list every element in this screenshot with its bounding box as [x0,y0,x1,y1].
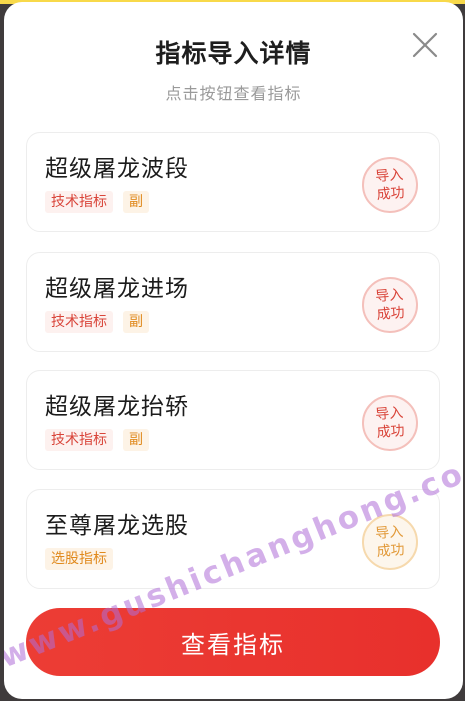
stamp-line-1: 导入 [374,524,404,542]
tag-technical: 技术指标 [45,311,113,333]
stamp-line-1: 导入 [374,405,404,423]
indicator-card: 超级屠龙波段 技术指标 副 导入 成功 [26,132,440,232]
import-success-stamp: 导入 成功 [360,393,420,453]
indicator-name: 超级屠龙抬轿 [45,394,189,420]
screen-frame: 指标导入详情 点击按钮查看指标 超级屠龙波段 技术指标 副 导入 成功 超级屠龙… [0,0,465,701]
indicator-card: 超级屠龙进场 技术指标 副 导入 成功 [26,252,440,352]
modal-title: 指标导入详情 [155,39,312,68]
indicator-tags: 技术指标 副 [45,311,149,333]
tag-technical: 技术指标 [45,429,113,451]
import-success-stamp: 导入 成功 [360,155,420,215]
modal-subtitle: 点击按钮查看指标 [165,84,302,103]
import-success-stamp: 导入 成功 [360,512,420,572]
indicator-tags: 选股指标 [45,548,113,570]
tag-sub-chart: 副 [123,311,149,333]
indicator-card: 至尊屠龙选股 选股指标 导入 成功 [26,489,440,589]
stamp-line-1: 导入 [374,167,404,185]
indicator-name: 超级屠龙进场 [45,276,189,302]
indicator-card: 超级屠龙抬轿 技术指标 副 导入 成功 [26,370,440,470]
tag-technical: 技术指标 [45,191,113,213]
tag-stock-selection: 选股指标 [45,548,113,570]
stamp-line-2: 成功 [376,423,406,441]
indicator-tags: 技术指标 副 [45,191,149,213]
indicator-tags: 技术指标 副 [45,429,149,451]
view-indicators-button[interactable]: 查看指标 [26,608,440,676]
indicator-name: 至尊屠龙选股 [45,513,189,539]
indicator-name: 超级屠龙波段 [45,156,189,182]
stamp-line-2: 成功 [376,305,406,323]
import-success-stamp: 导入 成功 [360,275,420,335]
close-icon[interactable] [408,28,442,62]
tag-sub-chart: 副 [123,191,149,213]
import-detail-modal: 指标导入详情 点击按钮查看指标 超级屠龙波段 技术指标 副 导入 成功 超级屠龙… [4,2,463,699]
tag-sub-chart: 副 [123,429,149,451]
stamp-line-2: 成功 [376,185,406,203]
stamp-line-1: 导入 [374,287,404,305]
stamp-line-2: 成功 [376,542,406,560]
